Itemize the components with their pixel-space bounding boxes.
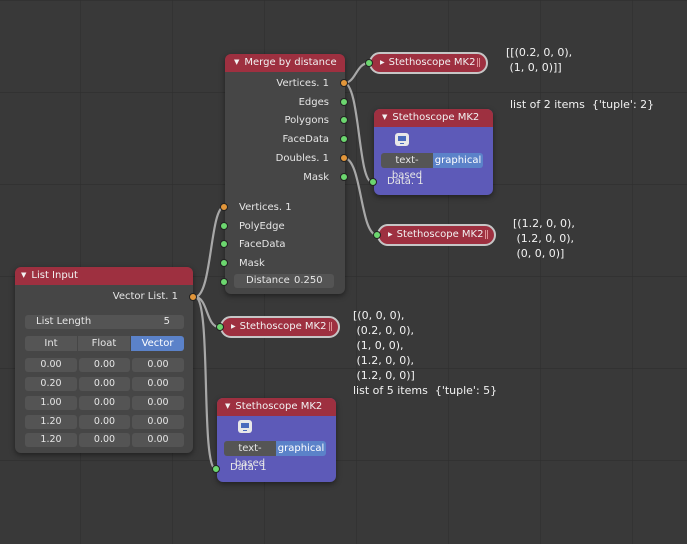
socket-vertices-out[interactable] xyxy=(340,79,348,87)
row-5-x[interactable]: 1.20 xyxy=(25,433,77,447)
output-mask-label: Mask xyxy=(303,172,329,183)
distance-label: Distance xyxy=(246,275,290,286)
list-input-header[interactable]: ▼ List Input xyxy=(15,267,193,285)
row-2-y[interactable]: 0.00 xyxy=(79,377,130,391)
stethoscope-bottom-node[interactable]: ▼ Stethoscope MK2 text-based graphical Da… xyxy=(217,398,336,482)
output-facedata-label: FaceData xyxy=(282,134,330,145)
output-polygons-label: Polygons xyxy=(284,115,329,126)
list-length-label: List Length xyxy=(36,316,92,327)
row-4-z[interactable]: 0.00 xyxy=(132,415,184,429)
pause-icon[interactable]: || xyxy=(328,318,333,336)
stethoscope-bottom-title: Stethoscope MK2 xyxy=(235,401,323,412)
socket-mask-out[interactable] xyxy=(340,173,348,181)
row-5-z[interactable]: 0.00 xyxy=(132,433,184,447)
row-1-z[interactable]: 0.00 xyxy=(132,358,184,372)
expand-icon[interactable]: ▶ xyxy=(388,231,393,238)
vector-list-output-label: Vector List. 1 xyxy=(112,291,178,302)
text-based-button[interactable]: text-based xyxy=(381,153,433,181)
row-4-x[interactable]: 1.20 xyxy=(25,415,77,429)
row-3-y[interactable]: 0.00 xyxy=(79,396,130,410)
pause-icon[interactable]: || xyxy=(484,226,489,244)
row-5-y[interactable]: 0.00 xyxy=(79,433,130,447)
row-2-z[interactable]: 0.00 xyxy=(132,377,184,391)
socket-stethoscope-info-in[interactable] xyxy=(369,178,377,186)
row-2-x[interactable]: 0.20 xyxy=(25,377,77,391)
stethoscope-bottom-header[interactable]: ▼ Stethoscope MK2 xyxy=(217,398,336,416)
socket-distance-in[interactable] xyxy=(220,278,228,286)
list-input-node[interactable]: ▼ List Input Vector List. 1 List Length 5… xyxy=(15,267,193,453)
stethoscope-doubles-output: [(1.2, 0, 0), (1.2, 0, 0), (0, 0, 0)] xyxy=(513,217,575,260)
int-mode-button[interactable]: Int xyxy=(25,336,77,351)
socket-stethoscope-list-in[interactable] xyxy=(216,323,224,331)
wire-doubles-to-stethoscope xyxy=(342,156,379,237)
stethoscope-list-output: [(0, 0, 0), (0.2, 0, 0), (1, 0, 0), (1.2… xyxy=(353,309,498,397)
socket-vector-list-out[interactable] xyxy=(189,293,197,301)
list-length-value: 5 xyxy=(163,316,170,327)
data-input-label: Data. 1 xyxy=(230,462,267,473)
output-vertices-label: Vertices. 1 xyxy=(276,78,329,89)
stethoscope-info-node[interactable]: ▼ Stethoscope MK2 text-based graphical Da… xyxy=(374,109,493,195)
output-edges-label: Edges xyxy=(298,97,329,108)
pause-icon[interactable]: || xyxy=(476,54,481,72)
distance-value: 0.250 xyxy=(294,275,323,286)
stethoscope-vertices-title: Stethoscope MK2 xyxy=(388,57,476,68)
wire-list-to-bottom-stethoscope xyxy=(193,295,218,471)
socket-polyedge-in[interactable] xyxy=(220,222,228,230)
wire-vertices-to-info xyxy=(342,81,374,184)
collapse-icon[interactable]: ▼ xyxy=(225,402,230,410)
stethoscope-info-header[interactable]: ▼ Stethoscope MK2 xyxy=(374,109,493,127)
row-4-y[interactable]: 0.00 xyxy=(79,415,130,429)
socket-stethoscope-bottom-in[interactable] xyxy=(212,465,220,473)
stethoscope-vertices-output: [[(0.2, 0, 0), (1, 0, 0)]] xyxy=(506,46,573,74)
socket-polygons-out[interactable] xyxy=(340,116,348,124)
vector-mode-button[interactable]: Vector xyxy=(131,336,184,351)
output-doubles-label: Doubles. 1 xyxy=(275,153,329,164)
stethoscope-vertices-node[interactable]: ▶ Stethoscope MK2 || xyxy=(369,52,488,74)
input-vertices-label: Vertices. 1 xyxy=(239,202,292,213)
monitor-icon[interactable] xyxy=(395,133,409,146)
text-based-button[interactable]: text-based xyxy=(224,441,276,469)
merge-node-header[interactable]: ▼ Merge by distance xyxy=(225,54,345,72)
input-facedata-label: FaceData xyxy=(239,239,286,250)
socket-facedata-out[interactable] xyxy=(340,135,348,143)
merge-by-distance-node[interactable]: ▼ Merge by distance Vertices. 1 Edges Pol… xyxy=(225,54,345,294)
merge-node-title: Merge by distance xyxy=(244,57,337,68)
stethoscope-info-title: Stethoscope MK2 xyxy=(392,112,480,123)
expand-icon[interactable]: ▶ xyxy=(231,323,236,330)
socket-stethoscope-vertices-in[interactable] xyxy=(365,59,373,67)
socket-mask-in[interactable] xyxy=(220,259,228,267)
socket-facedata-in[interactable] xyxy=(220,240,228,248)
monitor-icon[interactable] xyxy=(238,420,252,433)
row-1-x[interactable]: 0.00 xyxy=(25,358,77,372)
distance-field[interactable]: Distance 0.250 xyxy=(234,274,334,288)
expand-icon[interactable]: ▶ xyxy=(380,59,385,66)
float-mode-button[interactable]: Float xyxy=(78,336,130,351)
socket-vertices-in[interactable] xyxy=(220,203,228,211)
collapse-icon[interactable]: ▼ xyxy=(234,58,239,66)
socket-edges-out[interactable] xyxy=(340,98,348,106)
collapse-icon[interactable]: ▼ xyxy=(382,113,387,121)
stethoscope-info-output: list of 2 items {'tuple': 2} xyxy=(510,98,655,111)
stethoscope-list-title: Stethoscope MK2 xyxy=(239,321,327,332)
row-3-z[interactable]: 0.00 xyxy=(132,396,184,410)
stethoscope-doubles-node[interactable]: ▶ Stethoscope MK2 || xyxy=(377,224,496,246)
socket-doubles-out[interactable] xyxy=(340,154,348,162)
wire-list-to-stethoscope xyxy=(193,295,221,329)
graphical-button[interactable]: graphical xyxy=(433,153,483,168)
stethoscope-doubles-title: Stethoscope MK2 xyxy=(396,229,484,240)
collapse-icon[interactable]: ▼ xyxy=(21,271,26,279)
socket-stethoscope-doubles-in[interactable] xyxy=(373,231,381,239)
graphical-button[interactable]: graphical xyxy=(276,441,326,456)
row-1-y[interactable]: 0.00 xyxy=(79,358,130,372)
input-polyedge-label: PolyEdge xyxy=(239,221,285,232)
list-length-field[interactable]: List Length 5 xyxy=(25,315,184,329)
row-3-x[interactable]: 1.00 xyxy=(25,396,77,410)
wire-vertices-to-stethoscope xyxy=(342,61,371,85)
stethoscope-list-node[interactable]: ▶ Stethoscope MK2 || xyxy=(220,316,340,338)
data-input-label: Data. 1 xyxy=(387,176,424,187)
list-input-title: List Input xyxy=(31,270,78,281)
input-mask-label: Mask xyxy=(239,258,265,269)
